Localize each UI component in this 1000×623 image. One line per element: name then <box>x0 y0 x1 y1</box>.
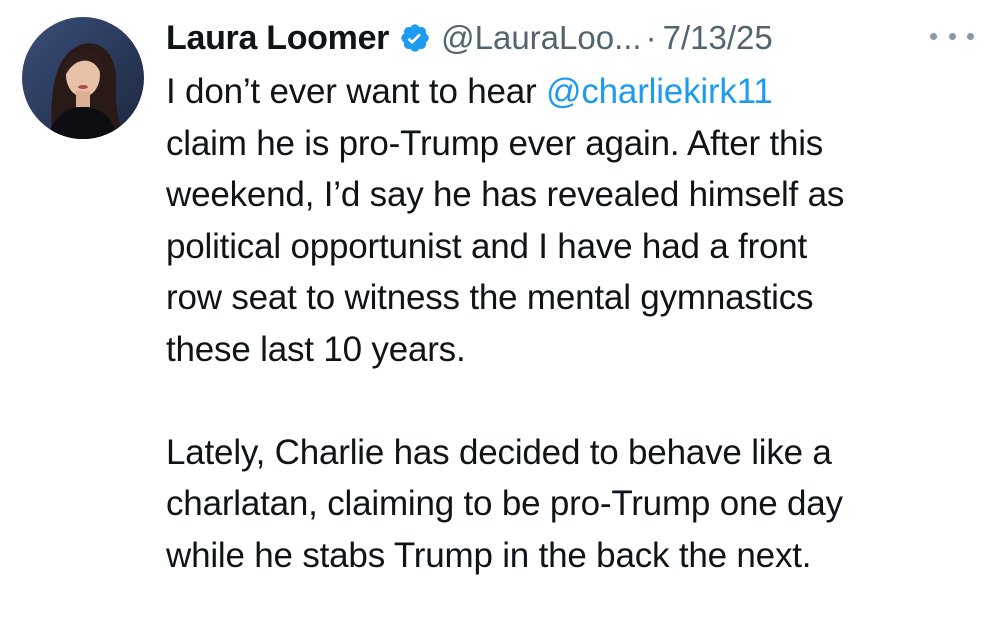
tweet-line: Lately, Charlie has decided to behave li… <box>166 432 832 472</box>
author-name[interactable]: Laura Loomer <box>166 19 389 58</box>
more-options-icon[interactable] <box>930 20 974 52</box>
paragraph-break <box>166 375 986 427</box>
profile-photo <box>22 17 144 139</box>
more-dot <box>967 32 974 40</box>
tweet-line: charlatan, claiming to be pro-Trump one … <box>166 484 843 523</box>
more-dot <box>948 32 956 40</box>
separator: · <box>645 19 657 56</box>
mention-link[interactable]: @charliekirk11 <box>546 72 773 111</box>
tweet-date[interactable]: 7/13/25 <box>663 19 773 57</box>
tweet-line: while he stabs Trump in the back the nex… <box>166 535 812 575</box>
tweet-text: I don’t ever want to hear @charliekirk11… <box>166 66 986 581</box>
tweet-line: claim he is pro-Trump ever again. After … <box>166 123 824 163</box>
tweet-line: row seat to witness the mental gymnastic… <box>166 278 814 317</box>
tweet-line: these last 10 years. <box>166 329 466 369</box>
avatar[interactable] <box>22 17 144 139</box>
more-dot <box>930 32 937 40</box>
author-handle[interactable]: @LauraLoo... <box>441 19 641 57</box>
tweet-line: I don’t ever want to hear @charliekirk11 <box>166 66 986 118</box>
verified-badge-icon <box>399 22 431 54</box>
tweet: Laura Loomer @LauraLoo... · 7/13/25 I do… <box>0 0 1000 623</box>
tweet-line: weekend, I’d say he has revealed himself… <box>166 175 845 214</box>
tweet-line-prefix: I don’t ever want to hear <box>166 72 547 111</box>
tweet-header: Laura Loomer @LauraLoo... · 7/13/25 <box>166 14 773 62</box>
tweet-line: political opportunist and I have had a f… <box>166 226 808 266</box>
